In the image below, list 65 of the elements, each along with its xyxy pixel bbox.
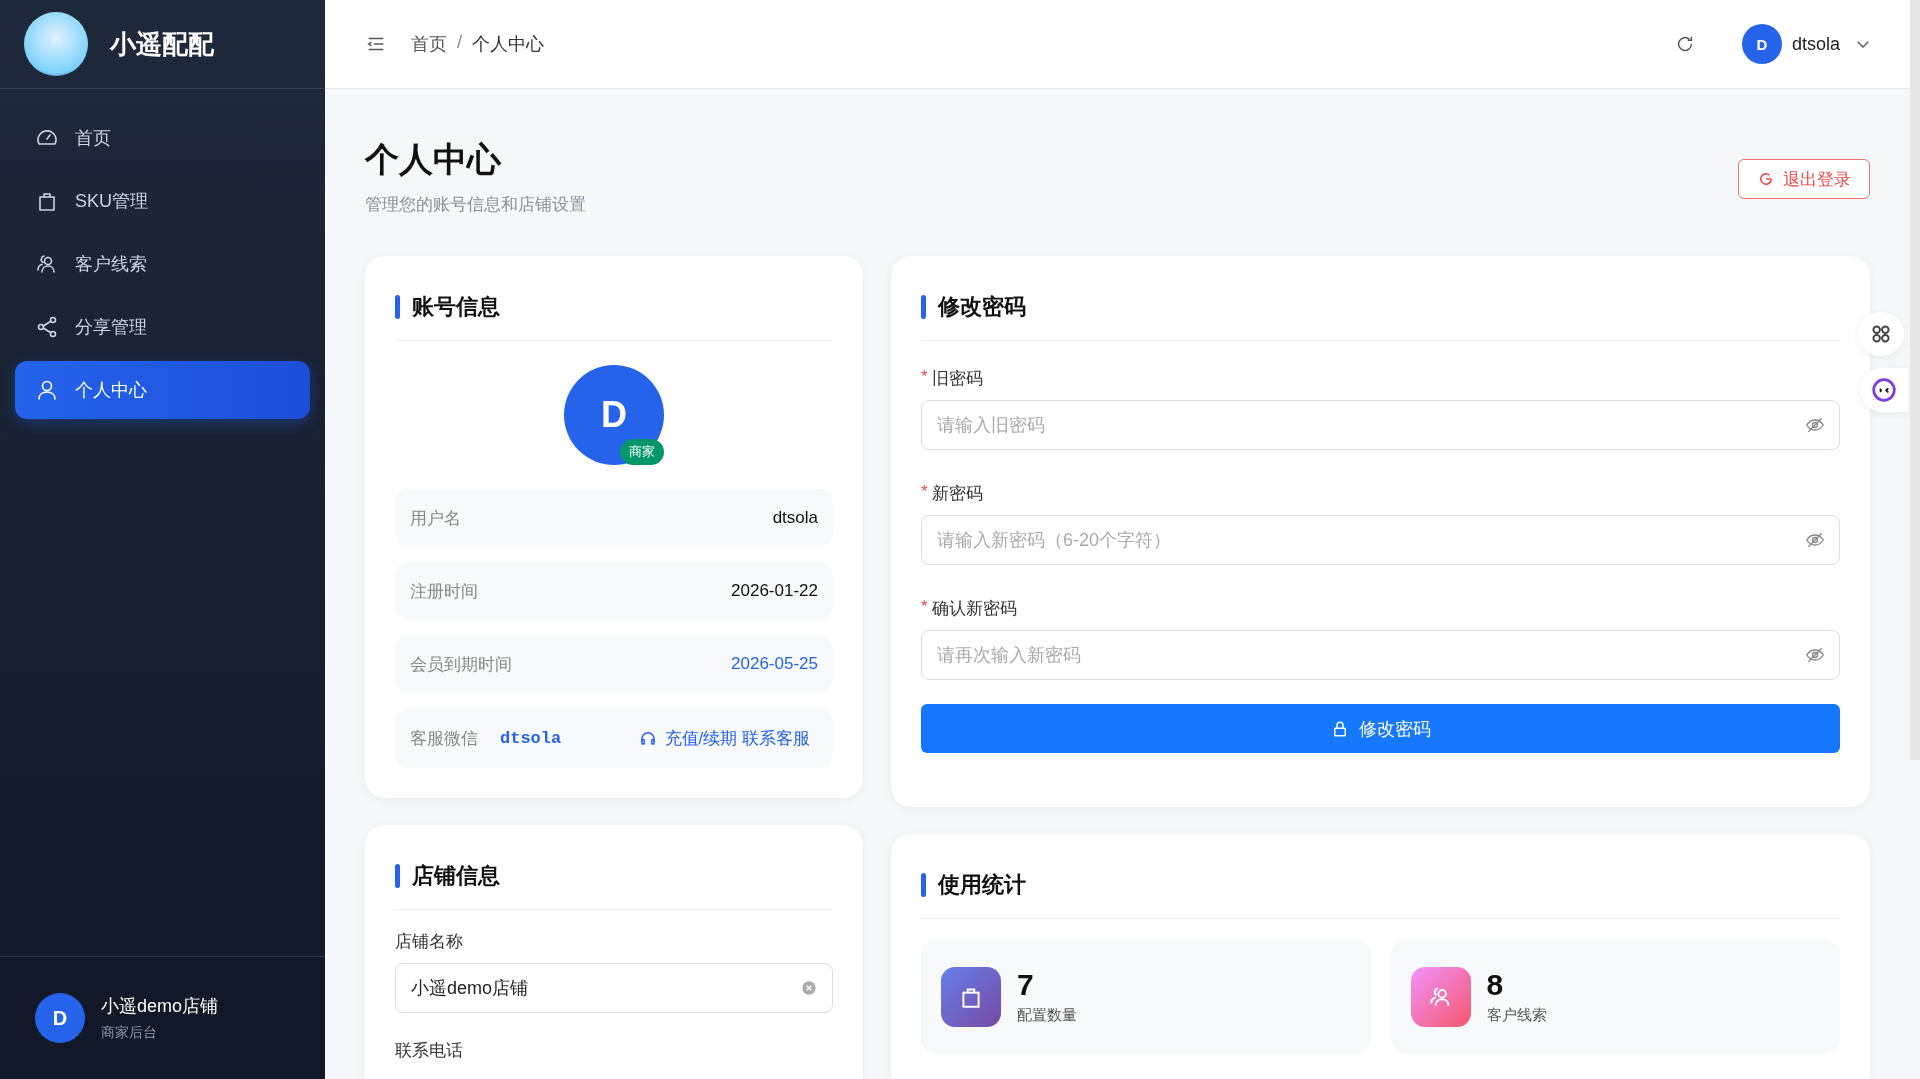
- hidden-eye-icon[interactable]: [1805, 530, 1825, 550]
- user-icon: [35, 378, 59, 402]
- shop-subtitle: 商家后台: [101, 1024, 158, 1042]
- info-label: 注册时间: [410, 580, 478, 603]
- sidebar-item[interactable]: 个人中心: [15, 361, 310, 419]
- stat-value: 8: [1486, 968, 1505, 1002]
- store-name-field[interactable]: 小遥demo店铺: [395, 963, 833, 1013]
- info-value: 2026-01-22: [731, 581, 818, 601]
- headset-icon: [638, 729, 657, 747]
- info-value: 2026-05-25: [731, 654, 818, 674]
- field-label: 新密码: [931, 483, 983, 505]
- title-accent-bar: [921, 873, 926, 897]
- title-accent-bar: [395, 295, 400, 319]
- user-avatar: D: [1741, 24, 1782, 64]
- breadcrumb-item: 个人中心: [472, 33, 544, 56]
- clear-icon[interactable]: [801, 980, 817, 996]
- card-title: 修改密码: [938, 293, 1026, 321]
- sidebar-item[interactable]: 客户线索: [15, 235, 310, 293]
- field-label: 联系电话: [395, 1040, 464, 1062]
- logout-button[interactable]: 退出登录: [1738, 159, 1870, 199]
- field-label: 店铺名称: [395, 931, 464, 953]
- sidebar-item[interactable]: SKU管理: [15, 172, 310, 230]
- info-label: 用户名: [410, 507, 461, 530]
- robot-face-icon: [1871, 377, 1897, 403]
- sidebar-item[interactable]: 首页: [15, 109, 310, 167]
- card-title: 店铺信息: [412, 862, 500, 890]
- scrollbar[interactable]: [1910, 0, 1920, 760]
- stat-label: 客户线索: [1486, 1006, 1547, 1025]
- shop-avatar: D: [35, 993, 85, 1043]
- title-accent-bar: [921, 295, 926, 319]
- hidden-eye-icon[interactable]: [1805, 415, 1825, 435]
- user-menu[interactable]: D dtsola: [1741, 24, 1872, 64]
- change-password-button[interactable]: 修改密码: [921, 704, 1840, 753]
- breadcrumb-separator: /: [457, 32, 462, 54]
- title-accent-bar: [395, 864, 400, 888]
- required-mark: *: [921, 597, 928, 618]
- page-subtitle: 管理您的账号信息和店铺设置: [365, 194, 586, 216]
- password-field[interactable]: 请输入旧密码: [921, 400, 1840, 450]
- stat-label: 配置数量: [1017, 1006, 1077, 1025]
- apps-button[interactable]: [1858, 312, 1904, 356]
- page-title: 个人中心: [365, 139, 503, 180]
- user-name: dtsola: [1791, 33, 1840, 55]
- wechat-id: dtsola: [500, 728, 562, 748]
- sidebar-item[interactable]: 分享管理: [15, 298, 310, 356]
- password-field[interactable]: 请输入新密码（6-20个字符）: [921, 515, 1840, 565]
- card-title: 账号信息: [412, 293, 500, 321]
- assistant-button[interactable]: [1860, 368, 1908, 412]
- required-mark: *: [921, 367, 928, 388]
- shop-name: 小遥demo店铺: [101, 995, 219, 1018]
- share-icon: [35, 315, 59, 339]
- field-label: 旧密码: [931, 368, 983, 390]
- info-label: 会员到期时间: [410, 653, 512, 676]
- field-label: 确认新密码: [931, 598, 1017, 620]
- required-mark: *: [921, 482, 928, 503]
- brand-name: 小遥配配: [110, 27, 214, 61]
- stat-value: 7: [1017, 968, 1035, 1002]
- info-value: dtsola: [772, 508, 818, 528]
- card-title: 使用统计: [938, 871, 1026, 899]
- contact-link[interactable]: 充值/续期 联系客服: [638, 726, 810, 750]
- hidden-eye-icon[interactable]: [1805, 645, 1825, 665]
- info-label: 客服微信: [410, 727, 478, 750]
- password-field[interactable]: 请再次输入新密码: [921, 630, 1840, 680]
- breadcrumb-item[interactable]: 首页: [411, 32, 447, 56]
- logout-icon: [1757, 170, 1775, 188]
- role-badge: 商家: [620, 439, 664, 465]
